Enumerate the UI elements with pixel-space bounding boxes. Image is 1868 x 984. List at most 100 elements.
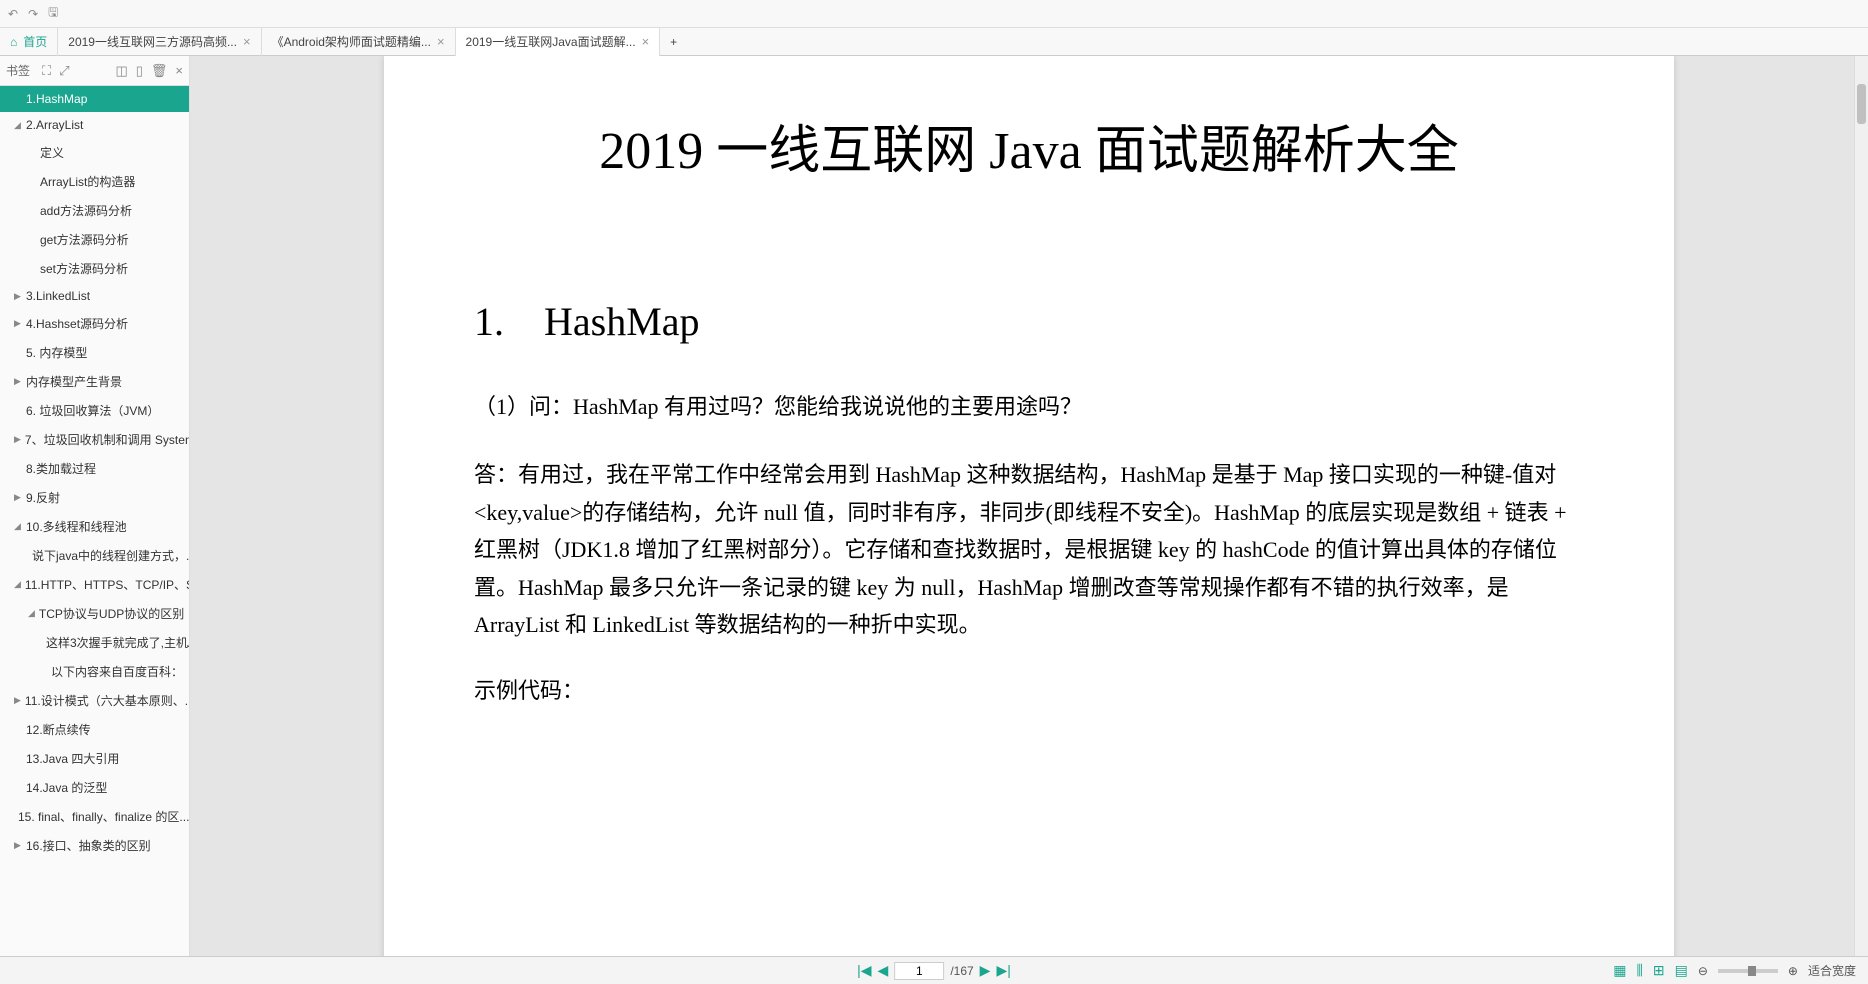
- close-icon[interactable]: ×: [642, 34, 650, 49]
- bookmark-item[interactable]: ◢ 11.HTTP、HTTPS、TCP/IP、S...: [0, 570, 189, 599]
- bookmark-item[interactable]: get方法源码分析: [0, 225, 189, 254]
- tab-home[interactable]: ⌂ 首页: [0, 28, 58, 56]
- page-navigator: |◀ ◀ /167 ▶ ▶|: [857, 962, 1011, 980]
- chevron-right-icon[interactable]: ▶: [14, 318, 22, 329]
- view-mode-icon[interactable]: ⫼: [1636, 962, 1642, 979]
- chevron-right-icon[interactable]: ▶: [14, 434, 21, 445]
- new-tab-button[interactable]: +: [660, 28, 687, 56]
- tool-icon[interactable]: ▯: [136, 63, 143, 79]
- bookmark-label: 11.设计模式（六大基本原则、...: [25, 692, 189, 709]
- bookmark-item[interactable]: 说下java中的线程创建方式，...: [0, 541, 189, 570]
- view-mode-icon[interactable]: ▦: [1613, 962, 1626, 979]
- tab-0[interactable]: 2019一线互联网三方源码高频... ×: [58, 28, 261, 56]
- close-panel-icon[interactable]: ×: [175, 63, 183, 78]
- bookmark-item[interactable]: ◢ 2.ArrayList: [0, 112, 189, 138]
- last-page-icon[interactable]: ▶|: [996, 962, 1010, 979]
- tab-2[interactable]: 2019一线互联网Java面试题解... ×: [456, 28, 661, 56]
- bookmark-label: 12.断点续传: [26, 721, 91, 738]
- zoom-out-icon[interactable]: ⊖: [1698, 964, 1708, 978]
- delete-icon[interactable]: 🗑: [151, 63, 168, 79]
- heading-1: 1. HashMap: [474, 289, 1584, 347]
- bookmark-label: 4.Hashset源码分析: [26, 315, 128, 332]
- sidebar-toolbar: 书签 ⛶ ⤢ ◫ ▯ 🗑 ×: [0, 56, 189, 86]
- bookmark-label: 2.ArrayList: [26, 118, 83, 132]
- bookmark-label: 9.反射: [26, 489, 60, 506]
- bookmark-item[interactable]: ▶3.LinkedList: [0, 283, 189, 309]
- bookmark-item[interactable]: ArrayList的构造器: [0, 167, 189, 196]
- bookmark-item[interactable]: 1.HashMap: [0, 86, 189, 112]
- bookmark-item[interactable]: ◢TCP协议与UDP协议的区别: [0, 599, 189, 628]
- bookmark-item[interactable]: 以下内容来自百度百科：: [0, 657, 189, 686]
- scrollbar-thumb[interactable]: [1857, 84, 1866, 124]
- document-viewer[interactable]: 2019 一线互联网 Java 面试题解析大全 1. HashMap （1）问：…: [190, 56, 1868, 984]
- document-page: 2019 一线互联网 Java 面试题解析大全 1. HashMap （1）问：…: [384, 56, 1674, 984]
- chevron-down-icon[interactable]: ◢: [28, 608, 35, 619]
- page-total: /167: [950, 964, 973, 978]
- answer-text: 答：有用过，我在平常工作中经常会用到 HashMap 这种数据结构，HashMa…: [474, 456, 1584, 643]
- bookmark-item[interactable]: 15. final、finally、finalize 的区...: [0, 802, 189, 831]
- expand-icon[interactable]: ⛶: [42, 63, 51, 79]
- bookmark-label: 7、垃圾回收机制和调用 System...: [25, 431, 189, 448]
- first-page-icon[interactable]: |◀: [857, 962, 871, 979]
- chevron-right-icon[interactable]: ▶: [14, 695, 21, 706]
- bookmark-item[interactable]: 6. 垃圾回收算法（JVM）: [0, 396, 189, 425]
- bookmark-label: 5. 内存模型: [26, 344, 87, 361]
- bookmark-label: 16.接口、抽象类的区别: [26, 837, 151, 854]
- chevron-right-icon[interactable]: ▶: [14, 291, 22, 302]
- bookmark-label: add方法源码分析: [40, 202, 132, 219]
- bookmark-item[interactable]: ▶ 4.Hashset源码分析: [0, 309, 189, 338]
- save-icon[interactable]: 🖫: [48, 3, 58, 24]
- view-mode-icon[interactable]: ▤: [1675, 962, 1688, 979]
- close-icon[interactable]: ×: [243, 34, 251, 49]
- undo-icon[interactable]: ↶: [8, 7, 18, 21]
- tab-1[interactable]: 《Android架构师面试题精编... ×: [262, 28, 456, 56]
- bookmark-item[interactable]: ◢10.多线程和线程池: [0, 512, 189, 541]
- prev-page-icon[interactable]: ◀: [878, 962, 889, 979]
- home-icon: ⌂: [10, 35, 17, 49]
- bookmark-item[interactable]: ▶ 11.设计模式（六大基本原则、...: [0, 686, 189, 715]
- bookmark-item[interactable]: ▶ 16.接口、抽象类的区别: [0, 831, 189, 860]
- fit-label[interactable]: 适合宽度: [1808, 962, 1856, 979]
- bookmark-item[interactable]: 12.断点续传: [0, 715, 189, 744]
- chevron-right-icon[interactable]: ▶: [14, 492, 22, 503]
- next-page-icon[interactable]: ▶: [980, 962, 991, 979]
- close-icon[interactable]: ×: [437, 34, 445, 49]
- redo-icon[interactable]: ↷: [28, 7, 38, 21]
- bookmark-label: 11.HTTP、HTTPS、TCP/IP、S...: [25, 576, 189, 593]
- bookmark-item[interactable]: 5. 内存模型: [0, 338, 189, 367]
- zoom-in-icon[interactable]: ⊕: [1788, 964, 1798, 978]
- chevron-down-icon[interactable]: ◢: [14, 521, 22, 532]
- bookmark-item[interactable]: ▶ 9.反射: [0, 483, 189, 512]
- bookmark-label: get方法源码分析: [40, 231, 129, 248]
- tool-icon[interactable]: ◫: [115, 63, 127, 79]
- bookmark-item[interactable]: 8.类加载过程: [0, 454, 189, 483]
- bookmark-item[interactable]: ▶内存模型产生背景: [0, 367, 189, 396]
- bookmark-item[interactable]: 这样3次握手就完成了,主机A...: [0, 628, 189, 657]
- tab-home-label: 首页: [23, 33, 47, 50]
- zoom-slider[interactable]: [1718, 969, 1778, 973]
- bookmark-item[interactable]: set方法源码分析: [0, 254, 189, 283]
- document-title: 2019 一线互联网 Java 面试题解析大全: [474, 116, 1584, 189]
- bookmark-list: 1.HashMap ◢ 2.ArrayList 定义 ArrayList的构造器 add方…: [0, 86, 189, 984]
- bookmark-item[interactable]: 13.Java 四大引用: [0, 744, 189, 773]
- scrollbar-vertical[interactable]: [1854, 56, 1868, 984]
- bookmarks-label: 书签: [6, 62, 30, 79]
- bookmark-label: 这样3次握手就完成了,主机A...: [46, 634, 189, 651]
- tab-label: 2019一线互联网Java面试题解...: [466, 33, 636, 50]
- bookmark-label: 定义: [40, 144, 64, 161]
- bookmark-label: set方法源码分析: [40, 260, 128, 277]
- bookmark-item[interactable]: 14.Java 的泛型: [0, 773, 189, 802]
- bookmark-label: 8.类加载过程: [26, 460, 96, 477]
- page-input[interactable]: [894, 962, 944, 980]
- chevron-right-icon[interactable]: ▶: [14, 840, 22, 851]
- bookmark-item[interactable]: 定义: [0, 138, 189, 167]
- chevron-right-icon[interactable]: ▶: [14, 376, 22, 387]
- chevron-down-icon[interactable]: ◢: [14, 579, 21, 590]
- chevron-down-icon[interactable]: ◢: [14, 120, 22, 131]
- view-mode-icon[interactable]: ⊞: [1653, 962, 1665, 979]
- bookmark-item[interactable]: ▶ 7、垃圾回收机制和调用 System...: [0, 425, 189, 454]
- bookmark-item[interactable]: add方法源码分析: [0, 196, 189, 225]
- bookmark-label: 14.Java 的泛型: [26, 779, 107, 796]
- collapse-icon[interactable]: ⤢: [59, 63, 69, 79]
- tab-label: 2019一线互联网三方源码高频...: [68, 33, 237, 50]
